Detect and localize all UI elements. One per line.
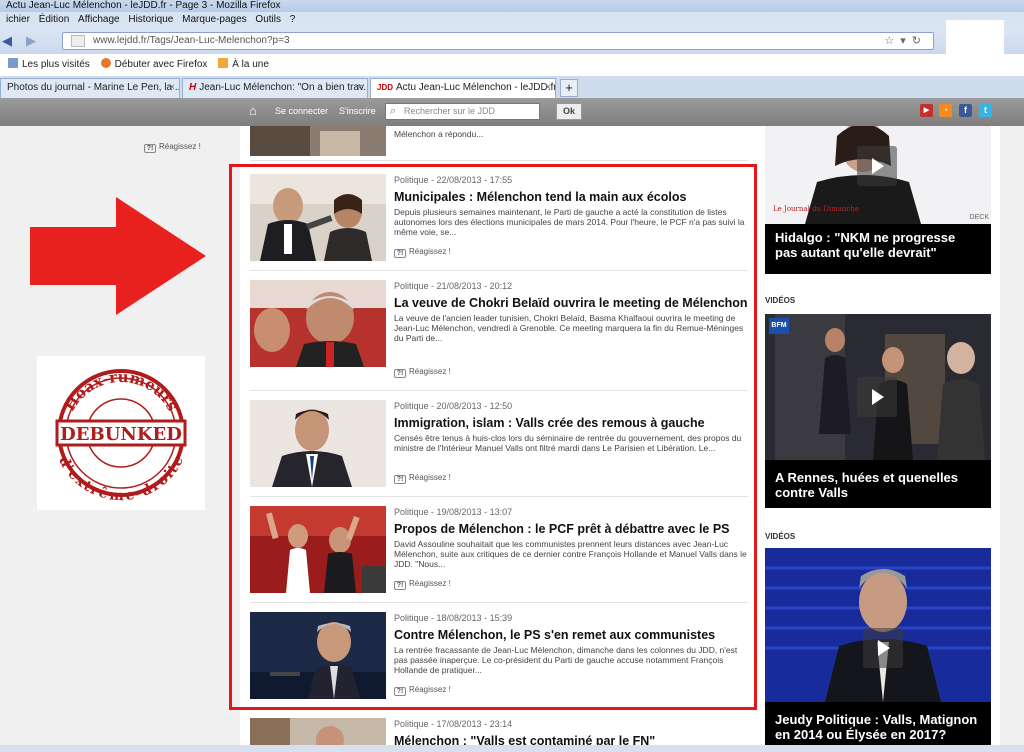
article-separator (250, 160, 748, 161)
firefox-icon (100, 58, 111, 68)
bookmark-most-visited[interactable]: Les plus visités (8, 58, 90, 70)
site-search-input[interactable]: ⌕ Rechercher sur le JDD (385, 103, 540, 120)
svg-text:Hoax-rumeurs: Hoax-rumeurs (60, 368, 181, 414)
bookmark-star-icon[interactable]: ☆ (884, 35, 900, 47)
tab-melenchon-interview[interactable]: H Jean-Luc Mélenchon: "On a bien trav... × (182, 78, 368, 98)
search-ok-button[interactable]: Ok (556, 103, 582, 120)
site-favicon-icon (71, 35, 85, 47)
bookmark-getting-started[interactable]: Débuter avec Firefox (100, 58, 207, 70)
tab-actu-melenchon[interactable]: JDDActu Jean-Luc Mélenchon - leJDD.fr - … (370, 78, 556, 98)
journal-logo: Le Journal du Dimanche (773, 205, 859, 213)
url-text: www.lejdd.fr/Tags/Jean-Luc-Melenchon?p=3 (93, 35, 290, 46)
rss-icon (218, 58, 229, 68)
menu-bar: ichier Édition Affichage Historique Marq… (0, 12, 1024, 28)
status-bar (0, 745, 1024, 752)
article-meta: Politique - 17/08/2013 - 23:14 (394, 719, 513, 729)
video-thumbnail-hidalgo[interactable]: Le Journal du Dimanche DECK (765, 126, 991, 224)
video-play-icon[interactable] (863, 628, 903, 668)
h-favicon-icon: H (189, 82, 197, 93)
back-arrow-icon[interactable]: ◀ (2, 33, 12, 49)
red-arrow-icon (30, 197, 206, 315)
reload-icon[interactable]: ↻ (912, 35, 927, 47)
video-caption-rennes[interactable]: A Rennes, huées et quenelles contre Vall… (765, 460, 991, 508)
menu-marque-pages[interactable]: Marque-pages (182, 14, 246, 25)
bookmarks-toolbar: Les plus visités Débuter avec Firefox À … (0, 54, 884, 76)
video-caption-jeudy[interactable]: Jeudy Politique : Valls, Matignon en 201… (765, 702, 991, 745)
video-play-icon[interactable] (857, 377, 897, 417)
jdd-favicon-icon: JDD (377, 83, 394, 92)
redaction-box (946, 20, 1004, 58)
home-icon[interactable]: ⌂ (249, 104, 262, 117)
menu-outils[interactable]: Outils (255, 14, 281, 25)
video-thumbnail-jeudy[interactable] (765, 548, 991, 702)
close-icon[interactable]: × (169, 79, 175, 97)
article-thumbnail-top[interactable] (250, 126, 386, 156)
window-title: Actu Jean-Luc Mélenchon - leJDD.fr - Pag… (0, 0, 1024, 12)
url-bar[interactable]: www.lejdd.fr/Tags/Jean-Luc-Melenchon?p=3… (62, 32, 934, 50)
debunked-stamp: Hoax-rumeurs d'extrême-droite DEBUNKED (37, 356, 205, 510)
article-thumbnail[interactable] (250, 718, 386, 745)
rss-feed-icon[interactable]: ◔ (939, 104, 952, 117)
video-play-icon[interactable] (857, 146, 897, 186)
login-link[interactable]: Se connecter (275, 106, 328, 116)
stamp-bottom-text: d'extrême-droite (55, 454, 187, 505)
menu-edition[interactable]: Édition (39, 14, 70, 25)
dropdown-icon[interactable]: ▾ (900, 35, 912, 47)
menu-historique[interactable]: Historique (128, 14, 173, 25)
highlight-frame (229, 164, 757, 710)
article-excerpt-top: Mélenchon a répondu... (394, 129, 484, 139)
facebook-icon[interactable]: f (959, 104, 972, 117)
speech-bubble-icon: ?! (144, 144, 156, 153)
new-tab-button[interactable]: + (560, 79, 578, 97)
register-link[interactable]: S'inscrire (339, 106, 376, 116)
video-thumbnail-rennes[interactable]: BFM (765, 314, 991, 460)
tab-photos[interactable]: Photos du journal - Marine Le Pen, la ..… (0, 78, 180, 98)
bfm-logo: BFM (769, 318, 789, 334)
tab-strip: Photos du journal - Marine Le Pen, la ..… (0, 76, 1024, 98)
article-headline[interactable]: Mélenchon : "Valls est contaminé par le … (394, 734, 750, 745)
menu-fichier[interactable]: ichier (6, 14, 30, 25)
stamp-seal-icon: Hoax-rumeurs d'extrême-droite DEBUNKED (55, 368, 187, 505)
deck-logo: DECK (969, 214, 989, 221)
article-item: Politique - 17/08/2013 - 23:14 Mélenchon… (250, 718, 750, 745)
react-link-top[interactable]: ?! Réagissez ! (144, 142, 201, 153)
menu-affichage[interactable]: Affichage (78, 14, 120, 25)
stamp-top-text: Hoax-rumeurs (60, 368, 181, 414)
video-caption-hidalgo[interactable]: Hidalgo : "NKM ne progresse pas autant q… (765, 224, 991, 274)
forward-arrow-icon[interactable]: ▶ (26, 33, 36, 49)
twitter-icon[interactable]: t (979, 104, 992, 117)
site-toolbar: ⌂ Se connecter S'inscrire ⌕ Rechercher s… (0, 98, 1024, 126)
bookmark-headlines[interactable]: À la une (218, 58, 269, 70)
bookmark-icon (8, 58, 18, 68)
youtube-icon[interactable]: ▶ (920, 104, 933, 117)
navigation-toolbar: ◀ ▶ www.lejdd.fr/Tags/Jean-Luc-Melenchon… (0, 28, 1024, 54)
close-icon[interactable]: × (545, 79, 551, 97)
url-actions: ☆▾↻ (884, 33, 927, 49)
svg-text:d'extrême-droite: d'extrême-droite (55, 454, 187, 505)
stamp-center-text: DEBUNKED (60, 424, 182, 445)
menu-aide[interactable]: ? (290, 14, 296, 25)
close-icon[interactable]: × (357, 79, 363, 97)
videos-section-label: VIDÉOS (765, 532, 796, 541)
search-icon: ⌕ (390, 105, 397, 117)
videos-section-label: VIDÉOS (765, 296, 796, 305)
